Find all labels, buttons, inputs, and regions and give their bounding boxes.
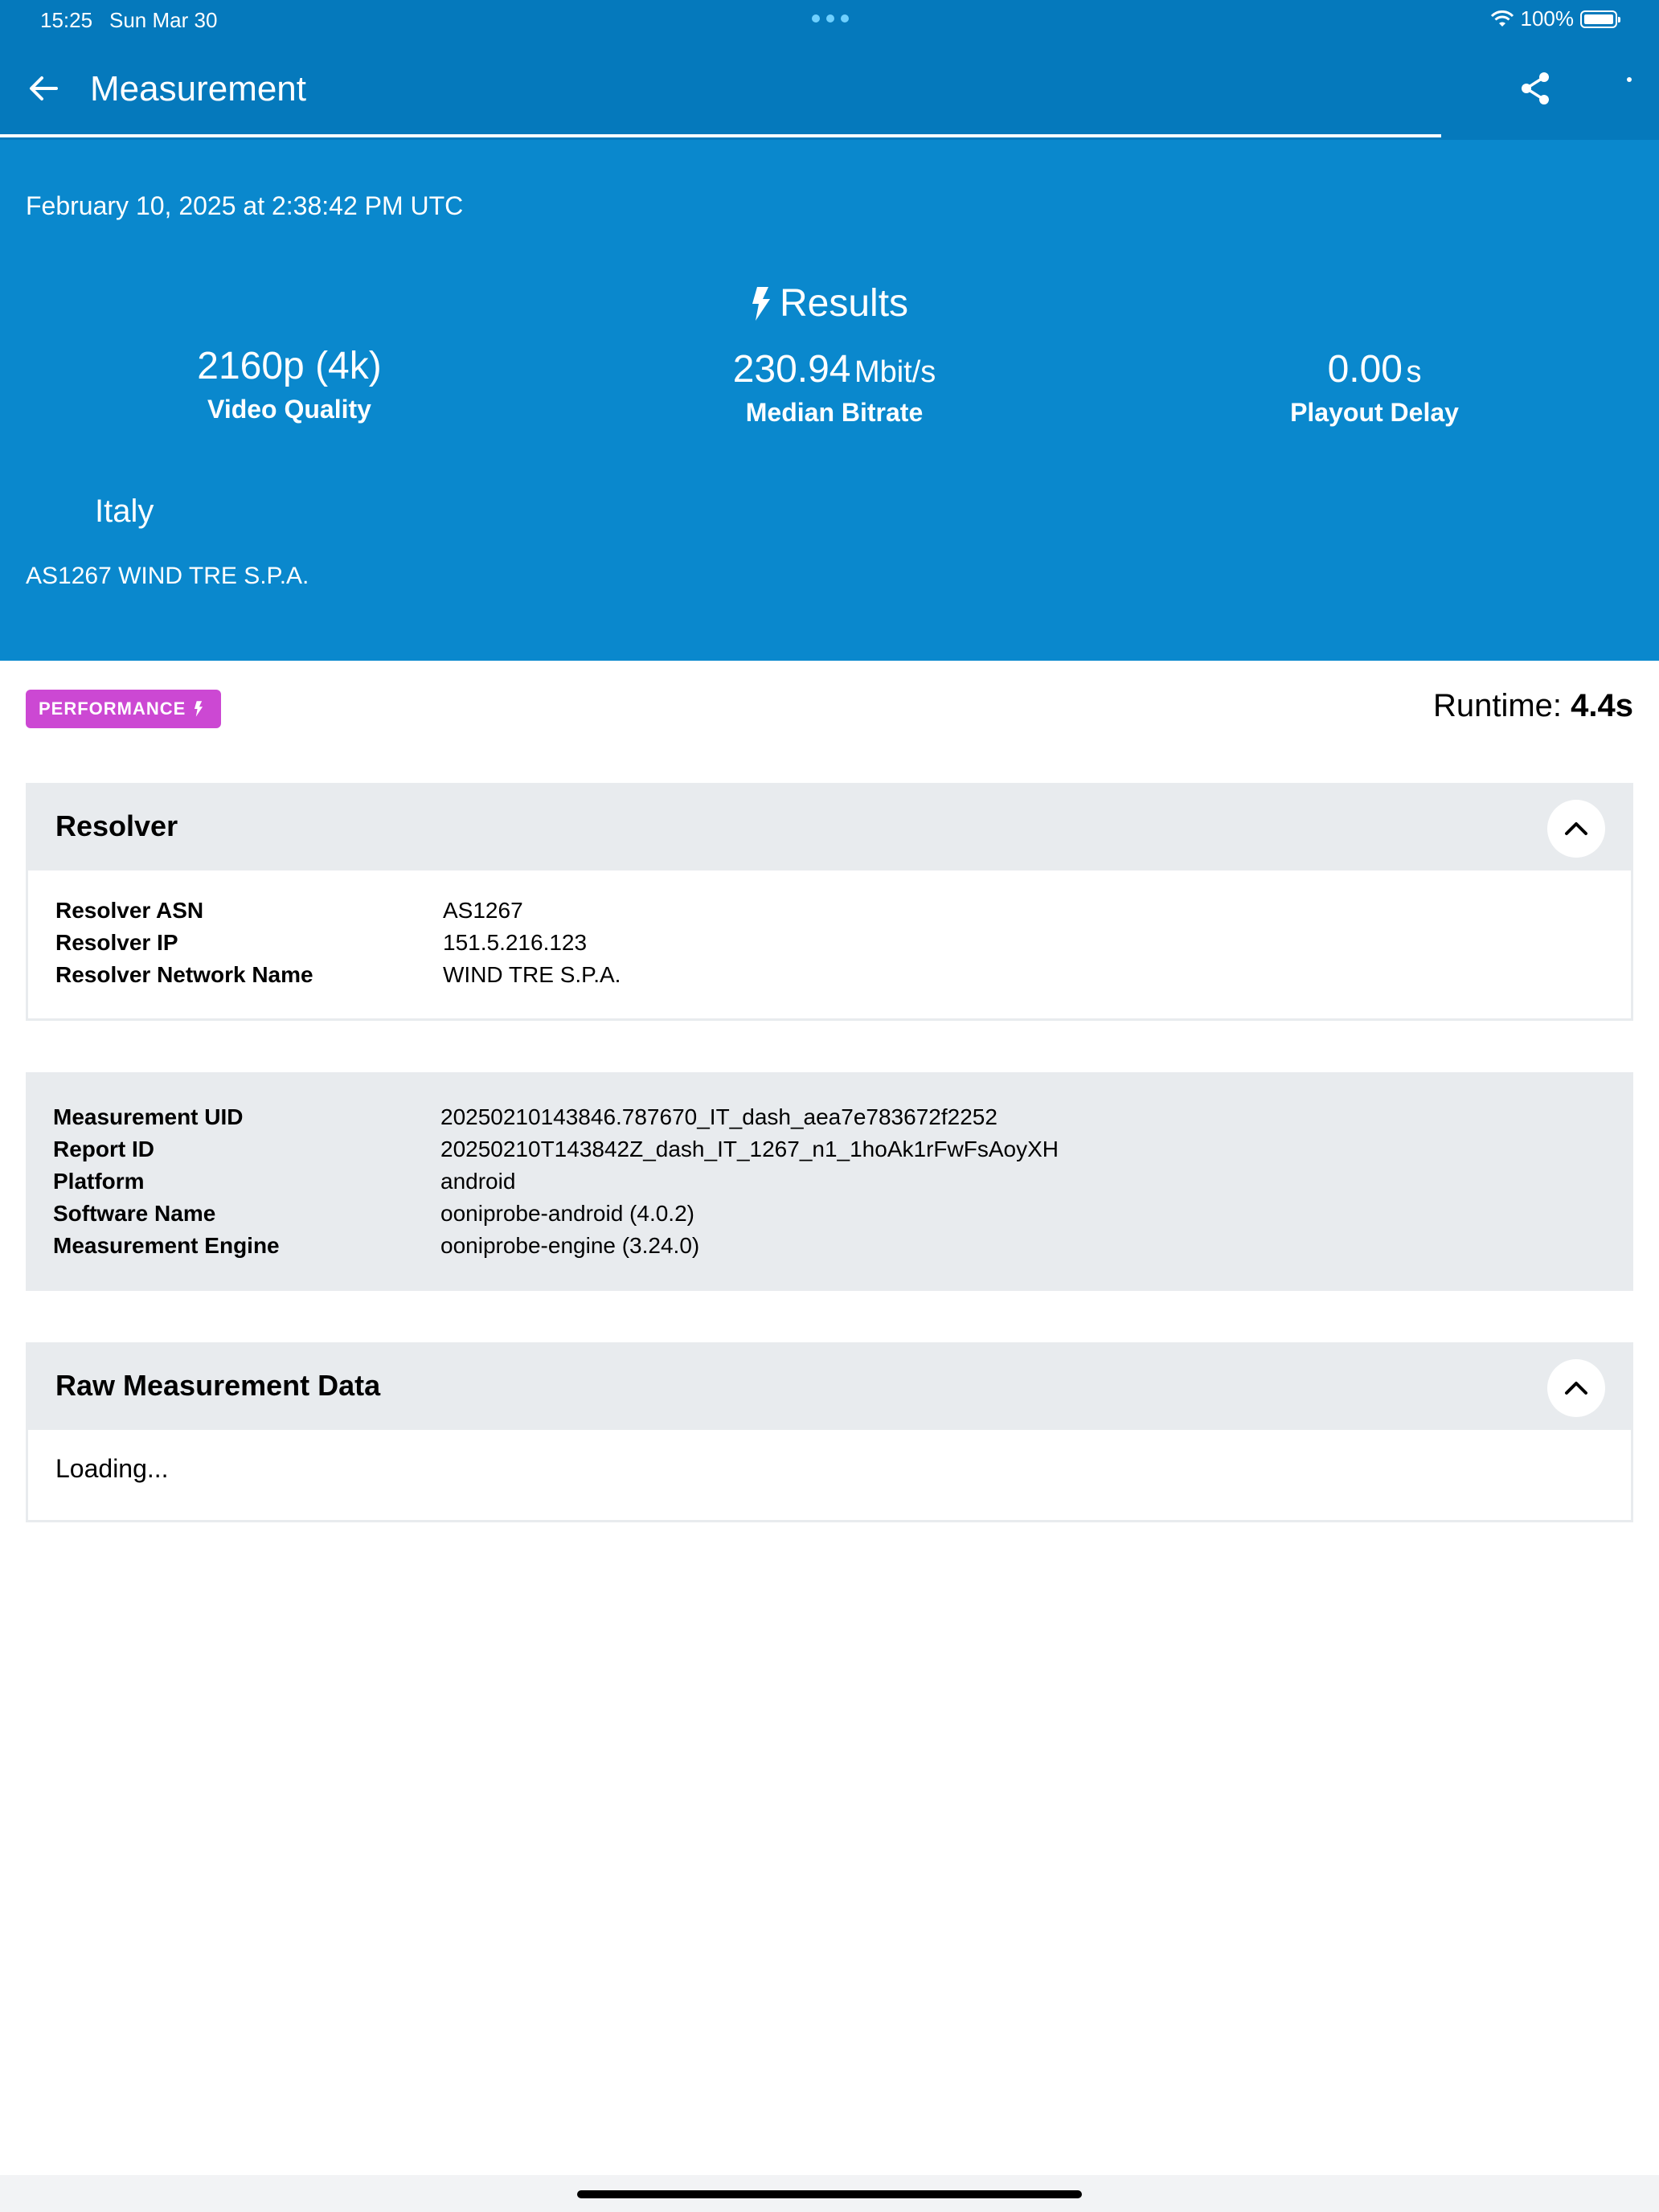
runtime-value: 4.4s: [1571, 688, 1633, 723]
metric-playout-delay: 0.00 s Playout Delay: [1133, 347, 1616, 428]
chevron-up-icon: [1565, 822, 1587, 835]
metric-label: Video Quality: [207, 395, 371, 424]
detail-row: Software Name ooniprobe-android (4.0.2): [53, 1198, 1606, 1230]
resolver-section: Resolver Resolver ASN AS1267 Resolver IP…: [26, 783, 1633, 1021]
detail-row: Measurement Engine ooniprobe-engine (3.2…: [53, 1230, 1606, 1262]
detail-value: ooniprobe-engine (3.24.0): [440, 1233, 700, 1258]
loading-progress-bar: [0, 134, 1441, 137]
metric-unit: s: [1406, 355, 1422, 389]
share-button[interactable]: [1516, 69, 1555, 108]
status-bar: 15:25 Sun Mar 30 100%: [0, 0, 1659, 39]
detail-key: Resolver Network Name: [55, 962, 313, 987]
detail-key: Resolver IP: [55, 930, 178, 955]
section-title: Raw Measurement Data: [55, 1369, 381, 1402]
detail-row: Resolver IP 151.5.216.123: [55, 927, 1604, 959]
detail-key: Software Name: [53, 1201, 216, 1226]
detail-row: Platform android: [53, 1165, 1606, 1198]
detail-value: 20250210143846.787670_IT_dash_aea7e78367…: [440, 1104, 997, 1129]
detail-key: Resolver ASN: [55, 898, 204, 923]
status-date: Sun Mar 30: [109, 8, 218, 32]
detail-row: Report ID 20250210T143842Z_dash_IT_1267_…: [53, 1133, 1606, 1165]
home-indicator[interactable]: [577, 2190, 1082, 2198]
section-title: Resolver: [55, 809, 178, 842]
lightning-icon: [752, 287, 770, 321]
detail-row: Resolver ASN AS1267: [55, 895, 1604, 927]
badge-label: PERFORMANCE: [39, 698, 186, 719]
results-title: Results: [0, 281, 1659, 326]
collapse-button[interactable]: [1547, 1359, 1605, 1417]
detail-key: Platform: [53, 1169, 145, 1194]
status-indicators: 100%: [1490, 6, 1620, 31]
runtime-label: Runtime:: [1432, 688, 1563, 723]
status-time: 15:25: [40, 8, 93, 32]
runtime: Runtime: 4.4s: [1433, 688, 1633, 724]
battery-icon: [1580, 10, 1620, 28]
detail-value: android: [440, 1169, 516, 1194]
multitasking-dots-icon[interactable]: [812, 14, 849, 23]
back-button[interactable]: [24, 69, 63, 108]
detail-value: ooniprobe-android (4.0.2): [440, 1201, 694, 1226]
metric-video-quality: 2160p (4k) Video Quality: [48, 344, 530, 424]
measurement-metadata: Measurement UID 20250210143846.787670_IT…: [26, 1072, 1633, 1291]
metric-median-bitrate: 230.94 Mbit/s Median Bitrate: [593, 347, 1075, 428]
share-icon: [1522, 72, 1549, 104]
raw-data-section-header[interactable]: Raw Measurement Data: [28, 1345, 1631, 1430]
detail-value: AS1267: [443, 898, 523, 923]
arrow-left-icon: [30, 76, 58, 100]
chevron-up-icon: [1565, 1382, 1587, 1395]
collapse-button[interactable]: [1547, 800, 1605, 858]
results-header: February 10, 2025 at 2:38:42 PM UTC Resu…: [0, 140, 1659, 661]
raw-data-content: Loading...: [55, 1454, 169, 1483]
metric-label: Median Bitrate: [745, 398, 924, 427]
overflow-menu-icon[interactable]: [1627, 77, 1632, 82]
resolver-details: Resolver ASN AS1267 Resolver IP 151.5.21…: [28, 870, 1631, 1015]
metric-value: 2160p (4k): [197, 345, 382, 387]
page-title: Measurement: [90, 69, 307, 109]
detail-value: WIND TRE S.P.A.: [443, 962, 621, 987]
lightning-icon: [195, 701, 203, 717]
raw-data-section: Raw Measurement Data Loading...: [26, 1342, 1633, 1522]
resolver-section-header[interactable]: Resolver: [28, 785, 1631, 870]
metric-value: 0.00: [1327, 348, 1403, 391]
metric-value: 230.94: [732, 348, 851, 391]
detail-row: Resolver Network Name WIND TRE S.P.A.: [55, 959, 1604, 991]
detail-key: Measurement UID: [53, 1104, 244, 1129]
metric-unit: Mbit/s: [854, 355, 936, 389]
battery-percent: 100%: [1520, 6, 1575, 31]
app-bar: Measurement: [0, 39, 1659, 140]
results-title-text: Results: [779, 282, 909, 325]
country-name: Italy: [95, 494, 154, 529]
detail-key: Report ID: [53, 1137, 154, 1161]
detail-value: 20250210T143842Z_dash_IT_1267_n1_1hoAk1r…: [440, 1137, 1059, 1161]
metric-label: Playout Delay: [1290, 398, 1459, 427]
detail-row: Measurement UID 20250210143846.787670_IT…: [53, 1101, 1606, 1133]
wifi-icon: [1490, 10, 1514, 27]
measurement-date: February 10, 2025 at 2:38:42 PM UTC: [26, 191, 464, 220]
detail-key: Measurement Engine: [53, 1233, 280, 1258]
network-name: AS1267 WIND TRE S.P.A.: [26, 563, 309, 589]
detail-value: 151.5.216.123: [443, 930, 588, 955]
test-category-badge: PERFORMANCE: [26, 690, 222, 728]
